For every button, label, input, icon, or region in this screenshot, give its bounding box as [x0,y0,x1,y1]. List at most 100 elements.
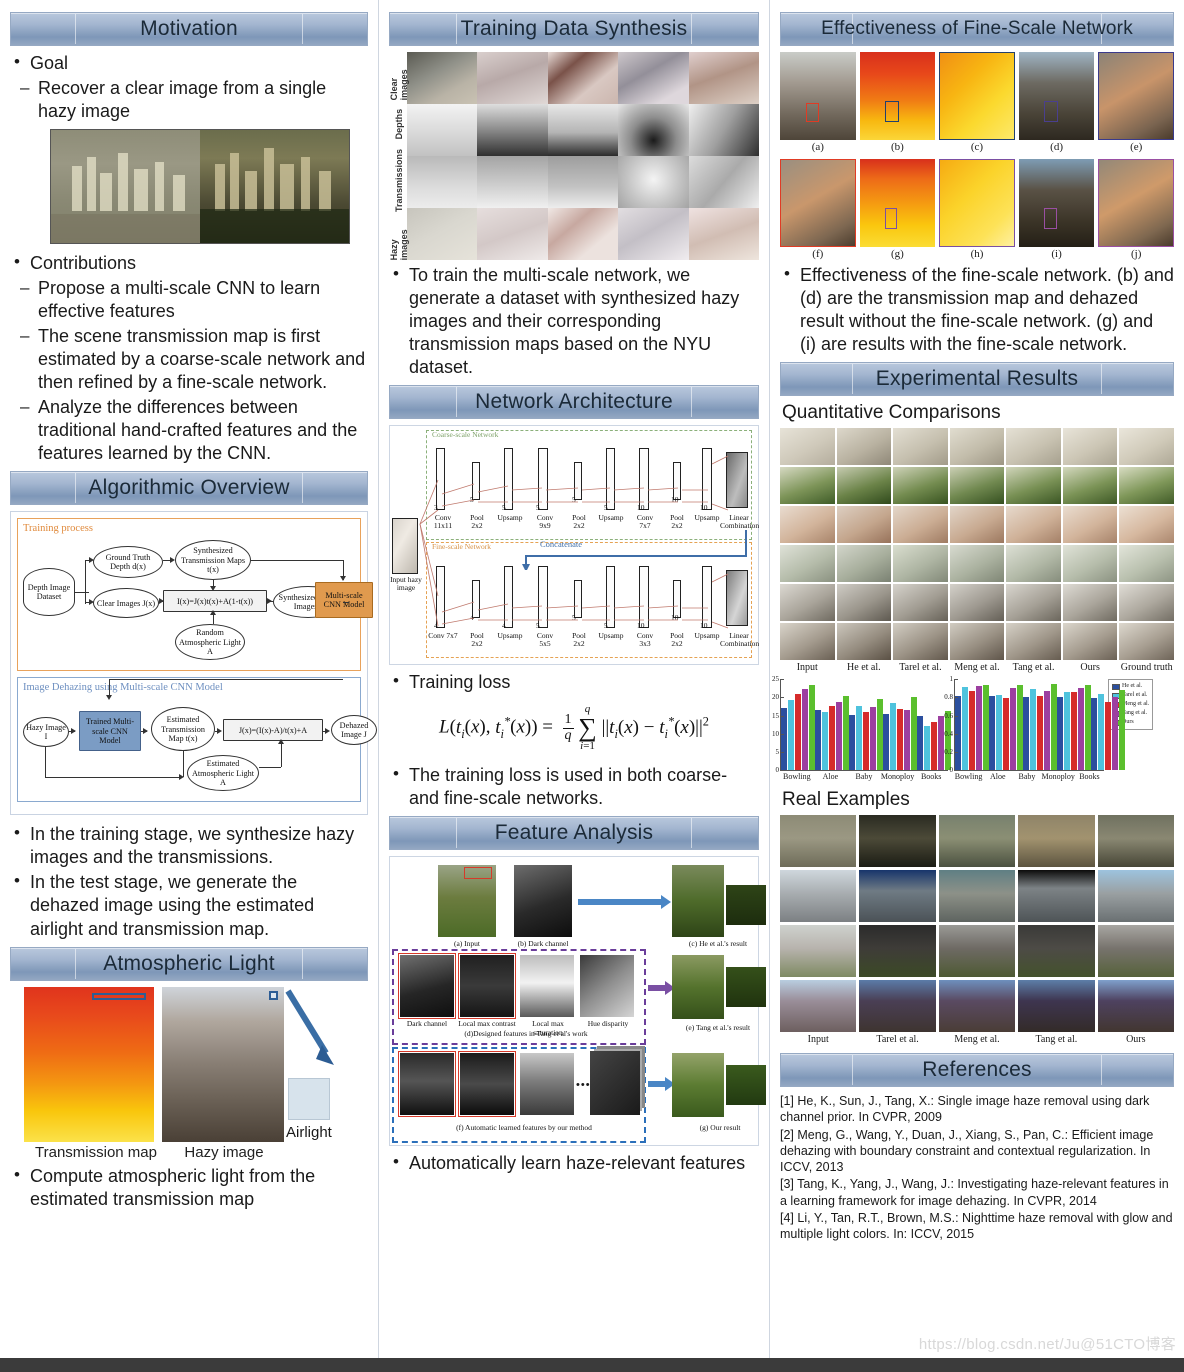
node-hazy-image: Hazy Image I [23,717,69,748]
bar-group [849,679,883,771]
feature-analysis-bullet: Automatically learn haze-relevant featur… [389,1151,759,1175]
fine-channel-count: 4 [470,613,474,623]
fs-image-e [1098,52,1174,140]
node-dehaze-equation: J(x)=(I(x)-A)/t(x)+A [223,719,323,742]
algorithm-bullets: In the training stage, we synthesize haz… [10,822,368,940]
bar [1078,688,1084,771]
feature-analysis-title: Feature Analysis [494,821,654,845]
bar [931,722,937,771]
coarse-channel-count: 5 [604,503,608,513]
x-tick-label: Baby [855,772,873,782]
reference-item: [2] Meng, G., Wang, Y., Duan, J., Xiang,… [780,1127,1154,1175]
node-estimated-atmospheric-light: Estimated Atmospheric Light A [187,755,259,792]
bar [962,687,968,771]
fs-label: (b) [890,141,904,153]
x-tick-label: Baby [1018,772,1036,782]
training-data-bullet: To train the multi-scale network, we gen… [389,263,759,379]
training-process-box: Training process Depth Image Dataset Gro… [17,518,373,672]
x-tick-label: Bowling [954,772,983,782]
poster-root: Motivation Goal Recover a clear image fr… [0,0,1184,1372]
fine-scale-cell: (e) [1098,52,1174,153]
transmission-map-image [24,986,154,1142]
fs-label: (e) [1130,141,1143,153]
bar [976,685,982,771]
dark-channel-highlight [398,953,456,1020]
contributions-label: Contributions [10,251,368,275]
fs-image-j [1098,159,1174,247]
legend-label: Meng et al. [1122,701,1150,708]
feature-caption: (c) He et al.'s result [688,939,748,949]
training-data-synthesis-title: Training Data Synthesis [460,17,688,40]
coarse-network-label: Coarse-scale Network [432,430,499,440]
fs-label: (j) [1130,248,1142,260]
q-col-label: Meng et al. [954,662,1000,674]
fine-scale-cell: (g) [859,159,936,260]
node-estimated-transmission-map: Estimated Transmission Map t(x) [151,707,215,752]
real-examples-column-labels: Input Tarel et al. Meng et al. Tang et a… [780,1034,1174,1045]
real-examples-label: Real Examples [782,789,910,811]
bar [945,711,951,771]
footer-bar [0,1358,1184,1372]
x-tick-label: Bowling [783,772,811,782]
quantitative-comparison-grid [780,428,1174,661]
he-result-arrow [578,895,671,910]
airlight-color-swatch [288,1077,330,1120]
tang-result-zoom [726,967,766,1008]
tang-result-arrow [648,981,675,996]
coarse-channel-count: 10 [671,495,679,505]
bar-group [1091,679,1125,771]
fs-image-b [859,52,936,140]
section-banner-fine-scale: Effectiveness of Fine-Scale Network [780,12,1174,46]
ellipsis-dots: ••• [576,1079,591,1092]
fine-scale-grid-row1: (a) (b) (c) (d) (e) [780,52,1174,153]
bar [815,710,821,771]
coarse-channel-count: 5 [470,495,474,505]
fine-layer-label: Conv 7x7 [428,631,458,641]
fs-image-h [939,159,1015,247]
goal-label: Goal [10,51,368,75]
learned-feature-stack [590,1051,640,1116]
he-result-zoom [726,885,766,926]
fine-layer-label: Linear Combination [720,631,760,649]
fine-channel-count: 4 [502,621,506,631]
bar [1030,689,1036,771]
coarse-layer-label: Pool 2x2 [470,513,484,531]
bar [989,695,995,771]
row-label-hazy-images: Hazy images [389,228,409,261]
fs-label: (i) [1051,248,1062,260]
transmission-selection-box [91,992,147,1000]
fine-channel-count: 5 [572,613,576,623]
loss-usage-bullet: The training loss is used in both coarse… [389,763,759,810]
bar-group [955,679,989,771]
transmission-map-caption: Transmission map [35,1143,157,1161]
y-tick-label: 0.8 [944,693,958,702]
bar [863,711,869,771]
fine-channel-count: 10 [637,621,645,631]
bar-group [1057,679,1091,771]
airlight-caption: Airlight [286,1123,332,1141]
q-col-label: Tarel et al. [899,662,942,674]
y-tick-label: 10 [772,729,784,738]
fine-channel-count: 10 [700,621,708,631]
fine-layer-label: Pool 2x2 [670,631,684,649]
atmospheric-bullet: Compute atmospheric light from the estim… [10,1164,368,1211]
reference-item: [4] Li, Y., Tan, R.T., Brown, M.S.: Nigh… [780,1210,1173,1242]
training-data-thumbnails [407,52,759,260]
section-banner-feature-analysis: Feature Analysis [389,816,759,851]
atmospheric-light-title: Atmospheric Light [103,951,275,975]
fs-label: (d) [1050,141,1063,153]
y-tick-label: 1 [949,675,958,684]
local-max-contrast-highlight [458,953,516,1020]
contribution-item: Analyze the differences between traditio… [10,396,368,465]
fine-channel-count: 10 [671,613,679,623]
fs-image-i [1018,159,1095,247]
bar [1044,690,1050,771]
goal-text: Recover a clear image from a single hazy… [10,77,368,123]
fs-label: (f) [812,248,824,260]
algorithmic-overview-diagram: Training process Depth Image Dataset Gro… [10,511,377,816]
bar [1037,696,1043,771]
x-tick-label: Aloe [989,772,1006,782]
algorithmic-overview-title: Algorithmic Overview [88,476,290,500]
training-loss-label: Training loss [389,670,759,694]
bar [795,694,801,771]
